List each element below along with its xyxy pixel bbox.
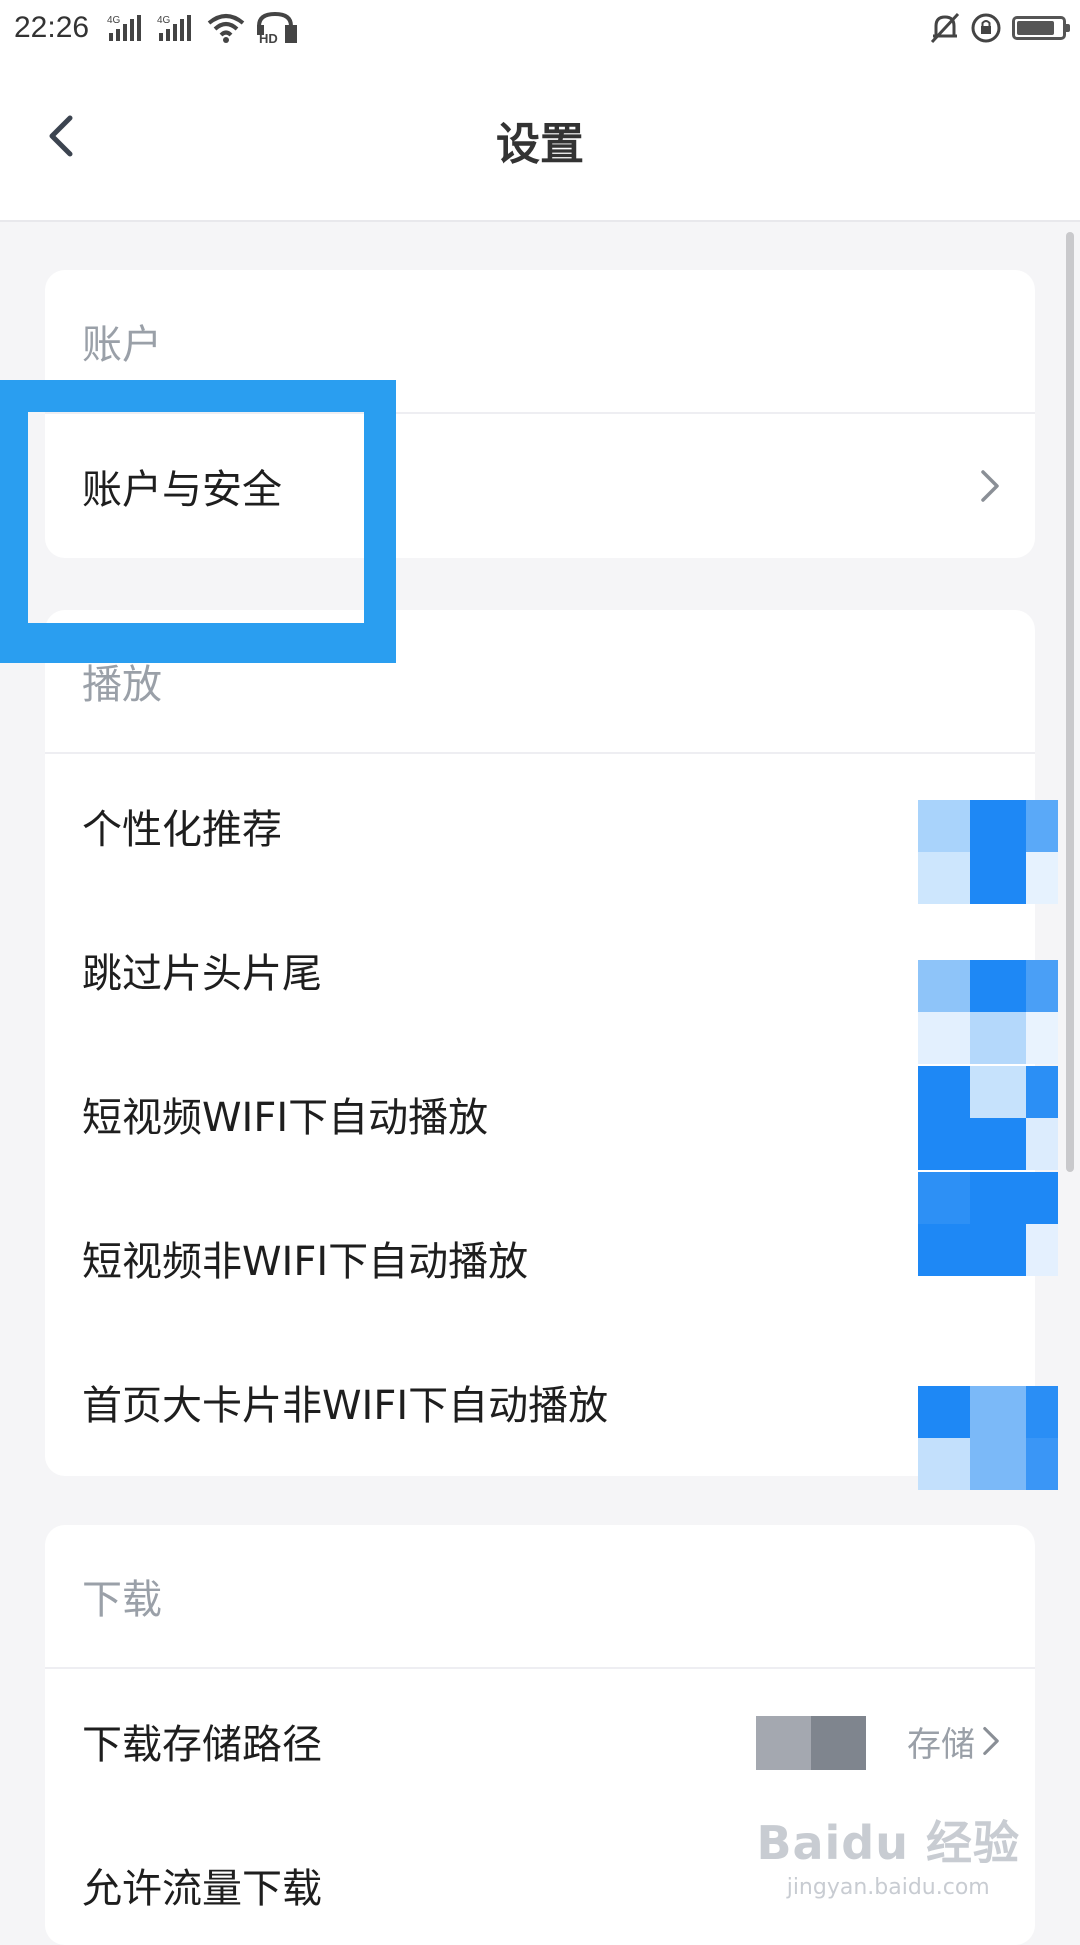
setting-label: 短视频WIFI下自动播放 bbox=[82, 1095, 489, 1141]
personalized-recommend-item[interactable]: 个性化推荐 bbox=[45, 754, 1035, 898]
page-title: 设置 bbox=[496, 119, 584, 170]
battery-fill bbox=[1017, 21, 1055, 35]
rotation-lock-icon bbox=[970, 12, 1002, 44]
section-title-download: 下载 bbox=[45, 1525, 1035, 1669]
toggle-switch[interactable] bbox=[918, 960, 1058, 1064]
app-header: 设置 bbox=[0, 56, 1080, 222]
short-video-non-wifi-autoplay-item[interactable]: 短视频非WIFI下自动播放 bbox=[45, 1186, 1035, 1330]
watermark-sub: jingyan.baidu.com bbox=[786, 1875, 990, 1900]
hd-call-icon: HD bbox=[255, 12, 299, 44]
watermark-main: Baidu 经验 bbox=[756, 1816, 1020, 1870]
toggle-switch[interactable] bbox=[918, 1386, 1058, 1490]
toggle-switch[interactable] bbox=[918, 1172, 1058, 1276]
watermark: Baidu 经验 jingyan.baidu.com bbox=[756, 1807, 1020, 1900]
chevron-right-icon bbox=[979, 468, 1001, 504]
mute-bell-icon bbox=[930, 12, 960, 44]
toggle-switch[interactable] bbox=[918, 1066, 1058, 1170]
setting-label: 跳过片头片尾 bbox=[82, 951, 322, 997]
status-bar: 22:26 4G 4G HD bbox=[0, 0, 1080, 56]
setting-label: 首页大卡片非WIFI下自动播放 bbox=[82, 1383, 609, 1429]
account-section: 账户 账户与安全 bbox=[45, 270, 1035, 558]
chevron-right-icon bbox=[981, 1725, 1001, 1757]
signal1-label: 4G bbox=[107, 15, 121, 26]
home-card-non-wifi-autoplay-item[interactable]: 首页大卡片非WIFI下自动播放 bbox=[45, 1330, 1035, 1474]
setting-label: 允许流量下载 bbox=[82, 1866, 322, 1912]
setting-label: 个性化推荐 bbox=[82, 807, 282, 853]
status-bar-left: 22:26 4G 4G HD bbox=[14, 11, 299, 45]
skip-intro-outro-item[interactable]: 跳过片头片尾 bbox=[45, 898, 1035, 1042]
path-value-redaction bbox=[756, 1716, 866, 1770]
account-security-label: 账户与安全 bbox=[82, 467, 282, 513]
download-path-value: 存储 bbox=[907, 1717, 1001, 1766]
short-video-wifi-autoplay-item[interactable]: 短视频WIFI下自动播放 bbox=[45, 1042, 1035, 1186]
wifi-icon bbox=[207, 13, 245, 43]
scrollbar[interactable] bbox=[1066, 232, 1074, 1172]
setting-label: 下载存储路径 bbox=[82, 1722, 322, 1768]
signal-4g-icon: 4G bbox=[107, 13, 147, 43]
download-path-value-text: 存储 bbox=[907, 1724, 975, 1765]
section-title-playback: 播放 bbox=[45, 610, 1035, 754]
status-bar-right bbox=[930, 12, 1070, 44]
battery-icon bbox=[1012, 16, 1070, 40]
signal-4g-icon: 4G bbox=[157, 13, 197, 43]
hd-label: HD bbox=[259, 31, 278, 44]
download-path-item[interactable]: 下载存储路径 存储 bbox=[45, 1669, 1035, 1813]
status-time: 22:26 bbox=[14, 11, 90, 44]
toggle-switch[interactable] bbox=[918, 800, 1058, 904]
playback-section: 播放 个性化推荐 跳过片头片尾 短视频WIFI下自动播放 短视频非WIFI下自动… bbox=[45, 610, 1035, 1476]
signal2-label: 4G bbox=[157, 15, 171, 26]
section-title-account: 账户 bbox=[45, 270, 1035, 414]
setting-label: 短视频非WIFI下自动播放 bbox=[82, 1239, 529, 1285]
account-security-item[interactable]: 账户与安全 bbox=[45, 414, 1035, 558]
